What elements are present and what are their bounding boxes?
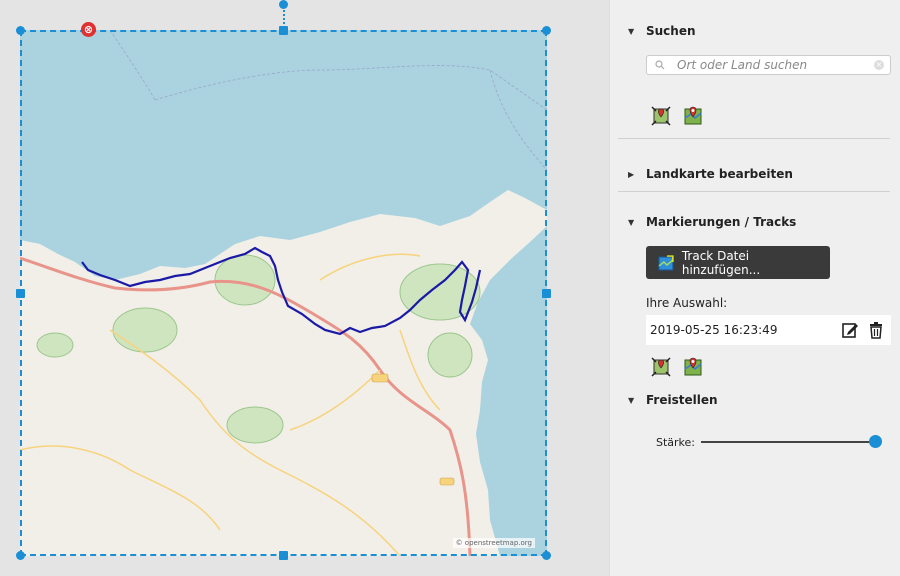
sidebar: ▼ Suchen × ▶ Landkarte bearbeiten ▼ Mark… [609,0,900,576]
resize-handle-bottom[interactable] [279,551,288,560]
track-name: 2019-05-25 16:23:49 [650,323,778,337]
section-search-header[interactable]: ▼ Suchen [628,24,696,38]
section-crop-header[interactable]: ▼ Freistellen [628,393,718,407]
delete-track-icon[interactable] [867,321,885,339]
caret-down-icon: ▼ [628,395,635,405]
section-markers-title: Markierungen / Tracks [646,215,797,229]
park-area [112,307,178,353]
add-track-file-button[interactable]: Track Datei hinzufügen... [646,246,830,279]
track-list-item[interactable]: 2019-05-25 16:23:49 [646,315,891,345]
resize-handle-right[interactable] [542,289,551,298]
strength-slider-thumb[interactable] [869,435,882,448]
divider [618,191,890,192]
map-canvas-area: © openstreetmap.org ⊗ [0,0,609,576]
fit-markers-icon[interactable] [651,106,671,126]
edit-icon[interactable] [841,321,859,339]
selection-label: Ihre Auswahl: [646,296,728,310]
map-attribution[interactable]: © openstreetmap.org [452,538,535,548]
clear-search-icon[interactable]: × [874,60,884,70]
divider [618,138,890,139]
section-search-title: Suchen [646,24,696,38]
search-icon [655,60,665,70]
section-markers-header[interactable]: ▼ Markierungen / Tracks [628,215,796,229]
caret-down-icon: ▼ [628,26,635,36]
park-area [36,332,74,358]
road-shield [371,373,389,383]
map-graphic [20,30,547,556]
park-area [427,332,473,378]
caret-right-icon: ▶ [628,169,635,179]
rotate-connector [283,6,285,28]
resize-handle-top-right[interactable] [542,26,551,35]
add-track-file-label: Track Datei hinzufügen... [681,248,761,277]
section-crop-title: Freistellen [646,393,718,407]
road-shield [439,477,455,486]
resize-handle-top-left[interactable] [16,26,25,35]
map-view[interactable]: © openstreetmap.org [20,30,547,556]
rotate-handle[interactable] [279,0,288,9]
section-edit-map-title: Landkarte bearbeiten [646,167,793,181]
add-track-icon [658,254,674,270]
search-input[interactable] [677,58,867,72]
resize-handle-bottom-left[interactable] [16,551,25,560]
delete-icon[interactable]: ⊗ [81,22,96,37]
search-box[interactable]: × [646,55,891,75]
fit-markers-icon[interactable] [651,357,671,377]
section-edit-map-header[interactable]: ▶ Landkarte bearbeiten [628,167,793,181]
strength-label: Stärke: [656,436,696,449]
strength-slider-track[interactable] [701,441,877,443]
resize-handle-left[interactable] [16,289,25,298]
add-marker-icon[interactable] [683,357,703,377]
park-area [226,406,284,444]
caret-down-icon: ▼ [628,217,635,227]
resize-handle-bottom-right[interactable] [542,551,551,560]
add-marker-icon[interactable] [683,106,703,126]
